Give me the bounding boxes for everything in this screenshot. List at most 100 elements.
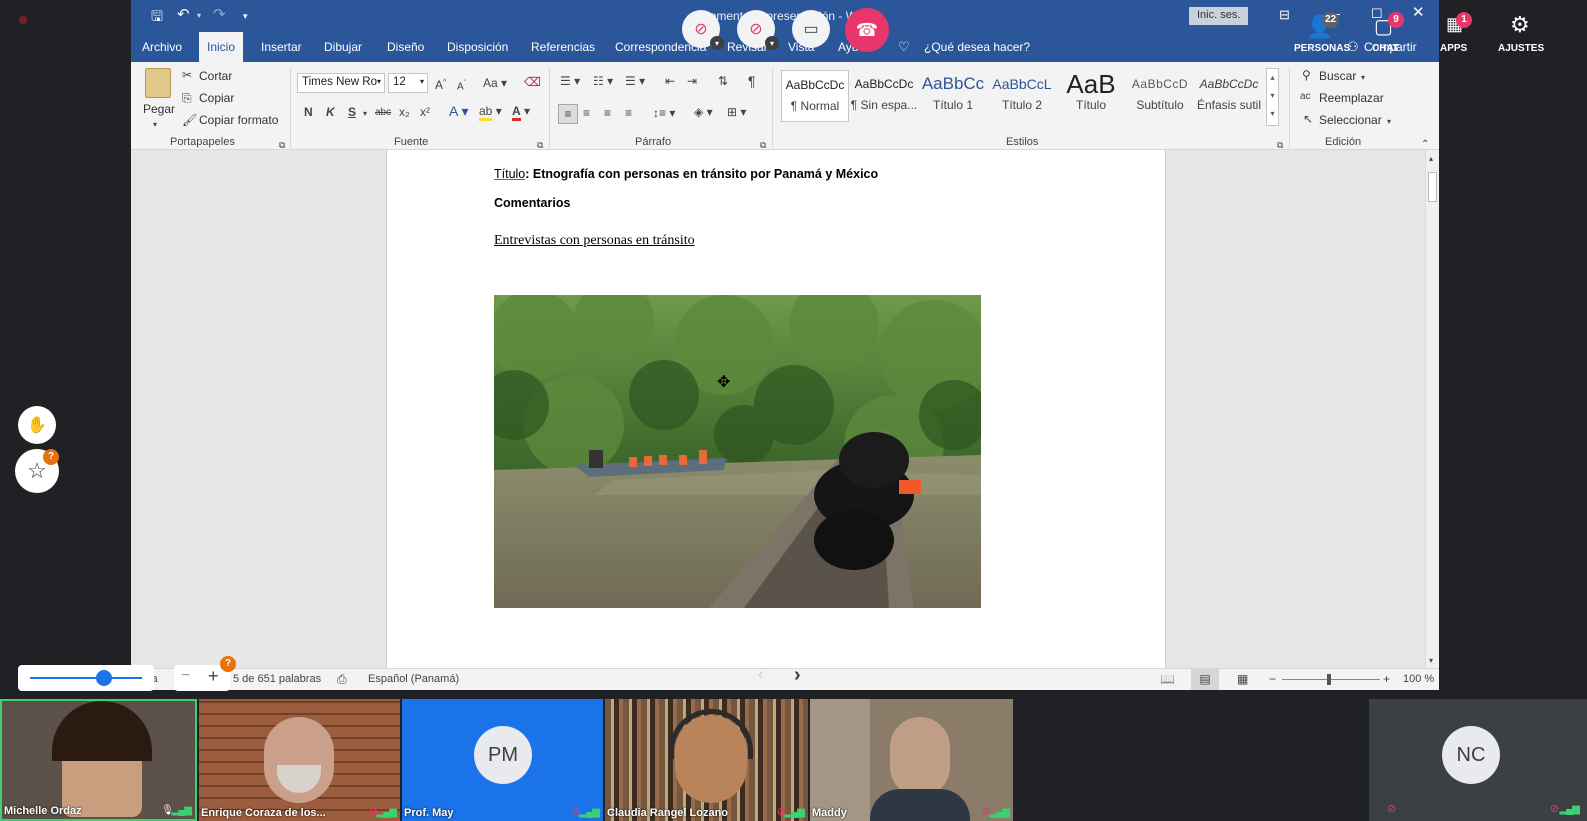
tab-dibujar[interactable]: Dibujar	[324, 32, 362, 62]
close-icon[interactable]: ✕	[1412, 5, 1425, 20]
chevron-down-icon[interactable]: ▾	[1270, 91, 1274, 100]
tab-diseno[interactable]: Diseño	[387, 32, 424, 62]
zoom-in-icon[interactable]: +	[1383, 672, 1390, 686]
apps-button[interactable]: ▦ 1 APPS	[1436, 12, 1476, 56]
view-zoom-control[interactable]	[18, 665, 154, 691]
justify-icon[interactable]: ≡	[625, 106, 632, 120]
scroll-thumb[interactable]	[1428, 172, 1437, 202]
participant-tile[interactable]: PM Prof. May ⊘ ▂▄▆	[402, 699, 603, 821]
styles-scroll[interactable]: ▴ ▾ ▾	[1266, 68, 1279, 126]
replace-button[interactable]: Reemplazar	[1319, 91, 1384, 105]
paste-icon[interactable]	[145, 68, 171, 98]
text-effects-icon[interactable]: A ▾	[449, 104, 468, 118]
print-layout-icon[interactable]: ▤	[1191, 669, 1219, 690]
font-name-select[interactable]: Times New Ro ▾	[297, 73, 385, 93]
grow-font-icon[interactable]: A^	[435, 76, 446, 92]
borders-icon[interactable]: ⊞ ▾	[727, 105, 746, 119]
numbering-icon[interactable]: ☷ ▾	[593, 74, 613, 88]
settings-button[interactable]: ⚙ AJUSTES	[1494, 12, 1546, 56]
format-painter-button[interactable]: Copiar formato	[199, 113, 278, 127]
highlight-icon[interactable]: ab ▾	[479, 104, 502, 121]
font-color-icon[interactable]: A ▾	[512, 104, 530, 121]
align-left-icon[interactable]: ≡	[558, 104, 578, 124]
chevron-up-icon[interactable]: ▴	[1270, 73, 1274, 82]
line-spacing-icon[interactable]: ↕≡ ▾	[653, 106, 675, 120]
style-subtitle[interactable]: AaBbCcD Subtítulo	[1126, 70, 1194, 122]
prev-page-icon[interactable]: ‹	[758, 666, 763, 684]
multilevel-list-icon[interactable]: ☰ ▾	[625, 74, 645, 88]
undo-dropdown-icon[interactable]: ▾	[197, 9, 201, 23]
show-marks-icon[interactable]: ¶	[748, 74, 756, 88]
chat-button[interactable]: ▢ 9 CHAT	[1362, 12, 1412, 56]
paste-button[interactable]: Pegar	[143, 102, 175, 116]
select-button[interactable]: Seleccionar	[1319, 113, 1382, 127]
word-count[interactable]: 5 de 651 palabras	[233, 673, 321, 685]
change-case-icon[interactable]: Aa ▾	[483, 76, 507, 90]
river-boat-photo[interactable]	[494, 295, 981, 608]
zoom-slider[interactable]	[1282, 679, 1380, 680]
tell-me-box[interactable]: ¿Qué desea hacer?	[924, 32, 1030, 62]
save-icon[interactable]: 🖫	[151, 9, 163, 23]
tab-referencias[interactable]: Referencias	[531, 32, 595, 62]
more-styles-icon[interactable]: ▾	[1270, 109, 1274, 118]
customize-qat-icon[interactable]: ▾	[243, 9, 248, 23]
tab-insertar[interactable]: Insertar	[261, 32, 302, 62]
cut-button[interactable]: Cortar	[199, 69, 232, 83]
tab-archivo[interactable]: Archivo	[142, 32, 182, 62]
font-size-select[interactable]: 12 ▾	[388, 73, 428, 93]
clear-format-icon[interactable]: ⌫	[524, 75, 541, 89]
mic-options-icon[interactable]: ▾	[765, 36, 779, 50]
zoom-minus-icon[interactable]: −	[181, 667, 190, 685]
superscript-button[interactable]: x²	[420, 105, 430, 119]
italic-button[interactable]: K	[326, 105, 335, 119]
zoom-plus-icon[interactable]: +	[208, 666, 219, 687]
find-dropdown-icon[interactable]: ▾	[1361, 71, 1365, 85]
style-title[interactable]: AaB Título	[1057, 70, 1125, 122]
style-normal[interactable]: AaBbCcDc ¶ Normal	[781, 70, 849, 122]
bullets-icon[interactable]: ☰ ▾	[560, 74, 580, 88]
web-layout-icon[interactable]: ▦	[1237, 672, 1248, 686]
redo-icon[interactable]: ↷	[213, 7, 226, 22]
participant-tile[interactable]: Enrique Coraza de los... ⊘ ▂▄▆	[199, 699, 400, 821]
paste-dropdown-icon[interactable]: ▾	[153, 118, 157, 132]
increase-indent-icon[interactable]: ⇥	[687, 74, 697, 88]
vertical-scrollbar[interactable]: ▴ ▾	[1425, 150, 1439, 668]
participant-tile[interactable]: Claudia Rangel Lozano ⊘ ▂▄▆	[605, 699, 808, 821]
tab-disposicion[interactable]: Disposición	[447, 32, 508, 62]
signin-button[interactable]: Inic. ses.	[1189, 7, 1249, 25]
zoom-thumb[interactable]	[1327, 674, 1331, 685]
participant-tile[interactable]: NC ⊘ ⊘ ▂▄▆	[1369, 699, 1587, 821]
underline-dropdown-icon[interactable]: ▾	[363, 107, 367, 121]
language-indicator[interactable]: Español (Panamá)	[368, 673, 459, 685]
chevron-down-icon[interactable]: ▾	[1429, 654, 1433, 668]
shrink-font-icon[interactable]: Aˇ	[457, 77, 466, 94]
ribbon-display-icon[interactable]: ⊟	[1279, 8, 1290, 22]
decrease-indent-icon[interactable]: ⇤	[665, 74, 675, 88]
underline-button[interactable]: S	[348, 105, 356, 119]
find-button[interactable]: Buscar	[1319, 69, 1356, 83]
chevron-up-icon[interactable]: ▴	[1429, 152, 1433, 166]
shading-icon[interactable]: ◈ ▾	[694, 105, 713, 119]
bold-button[interactable]: N	[304, 105, 313, 119]
share-screen-button[interactable]: ▭	[792, 10, 830, 48]
hang-up-button[interactable]: ☎	[845, 8, 889, 52]
style-subtle-emphasis[interactable]: AaBbCcDc Énfasis sutil	[1195, 70, 1263, 122]
align-right-icon[interactable]: ≡	[604, 106, 611, 120]
read-mode-icon[interactable]: 📖	[1160, 672, 1175, 686]
zoom-out-icon[interactable]: −	[1269, 672, 1276, 686]
copy-button[interactable]: Copiar	[199, 91, 234, 105]
align-center-icon[interactable]: ≡	[583, 106, 590, 120]
style-heading-2[interactable]: AaBbCcL Título 2	[988, 70, 1056, 122]
proofing-icon[interactable]: ⎙	[337, 672, 347, 686]
view-zoom-thumb[interactable]	[96, 670, 112, 686]
sort-icon[interactable]: ⇅	[718, 74, 728, 88]
zoom-level[interactable]: 100 %	[1403, 673, 1434, 685]
participant-tile[interactable]: Michelle Ordaz 🎙 ▂▄▆	[0, 699, 197, 821]
people-button[interactable]: 👤 22 PERSONAS	[1292, 12, 1350, 56]
tab-inicio[interactable]: Inicio	[199, 32, 244, 62]
undo-icon[interactable]: ↶	[177, 7, 190, 22]
view-zoom-track[interactable]	[30, 677, 142, 679]
select-dropdown-icon[interactable]: ▾	[1387, 115, 1391, 129]
style-heading-1[interactable]: AaBbCc Título 1	[919, 70, 987, 122]
raise-hand-button[interactable]: ✋	[18, 406, 56, 444]
